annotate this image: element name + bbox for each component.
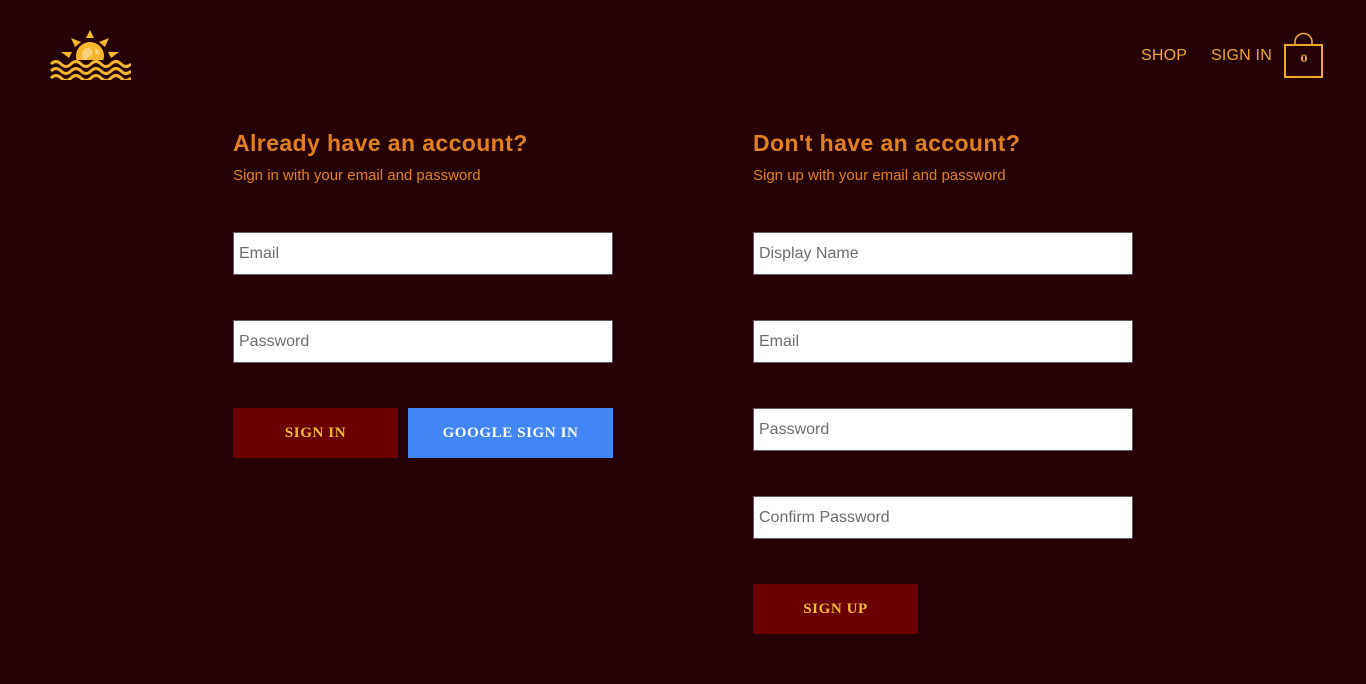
sign-in-password-input[interactable] xyxy=(233,320,613,363)
sign-up-button[interactable]: SIGN UP xyxy=(753,584,918,634)
sign-up-panel: Don't have an account? Sign up with your… xyxy=(753,128,1133,634)
sun-over-waves-logo-icon xyxy=(49,30,133,82)
sign-up-title: Don't have an account? xyxy=(753,130,1021,156)
nav-signin-link[interactable]: SIGN IN xyxy=(1211,46,1272,66)
confirm-password-input[interactable] xyxy=(753,496,1133,539)
sign-in-email-input[interactable] xyxy=(233,232,613,275)
sign-up-email-input[interactable] xyxy=(753,320,1133,363)
sign-in-title: Already have an account? xyxy=(233,130,528,156)
sign-in-panel: Already have an account? Sign in with yo… xyxy=(233,128,613,458)
google-sign-in-button[interactable]: GOOGLE SIGN IN xyxy=(408,408,613,458)
sign-in-button[interactable]: SIGN IN xyxy=(233,408,398,458)
sign-up-subtitle: Sign up with your email and password xyxy=(753,167,1006,184)
sign-in-subtitle: Sign in with your email and password xyxy=(233,167,481,184)
display-name-input[interactable] xyxy=(753,232,1133,275)
cart-button[interactable]: 0 xyxy=(1284,32,1324,80)
nav-shop-link[interactable]: SHOP xyxy=(1141,46,1187,66)
site-logo[interactable] xyxy=(49,28,133,82)
sign-up-password-input[interactable] xyxy=(753,408,1133,451)
cart-count-badge: 0 xyxy=(1300,54,1308,65)
